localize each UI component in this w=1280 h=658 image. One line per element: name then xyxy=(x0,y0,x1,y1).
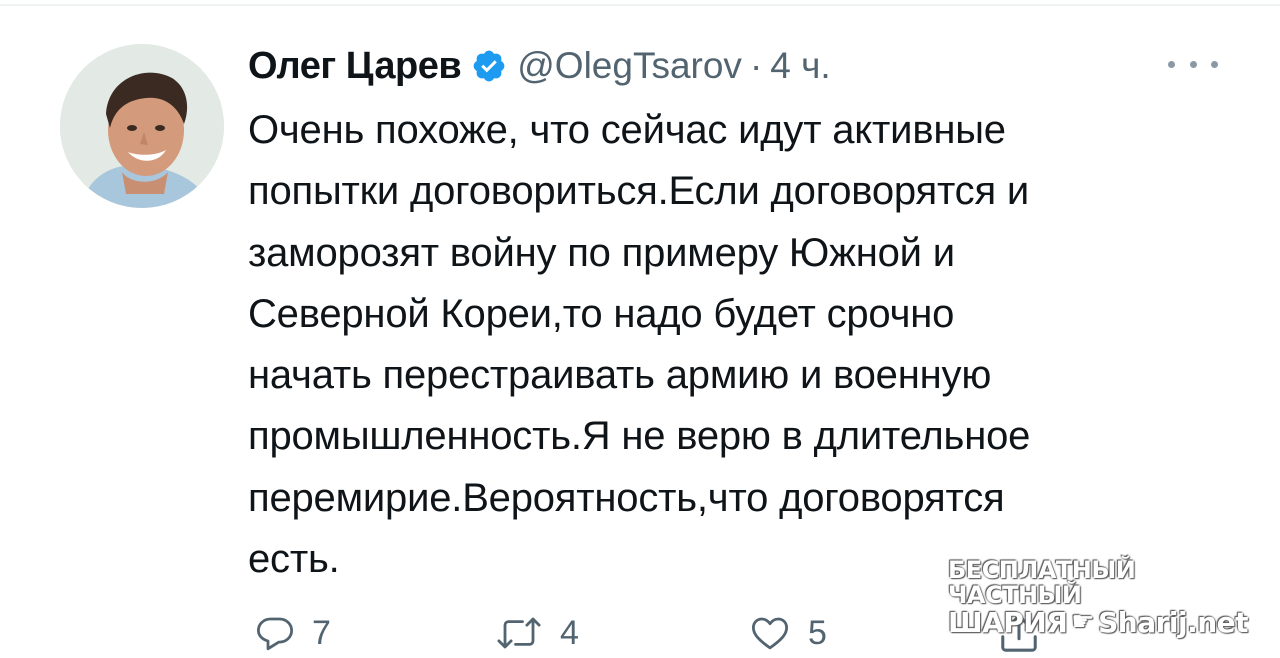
tweet-text: Очень похоже, что сейчас идут активные п… xyxy=(248,108,1031,582)
display-name[interactable]: Олег Царев xyxy=(248,45,462,88)
avatar-image xyxy=(60,44,224,208)
separator-dot: · xyxy=(749,45,763,86)
like-count: 5 xyxy=(808,613,827,652)
verified-badge-icon xyxy=(471,48,507,84)
retweet-button[interactable]: 4 xyxy=(494,612,579,654)
watermark: БЕСПЛАТНЫЙ ЧАСТНЫЙ ШАРИЯ ☛ Sharij.net xyxy=(948,556,1252,637)
watermark-line1: БЕСПЛАТНЫЙ ЧАСТНЫЙ xyxy=(948,556,1136,610)
watermark-line2-right: Sharij.net xyxy=(1098,606,1249,640)
retweet-icon xyxy=(497,617,541,649)
avatar[interactable] xyxy=(60,44,224,208)
top-divider xyxy=(0,4,1280,6)
like-button[interactable]: 5 xyxy=(748,612,827,654)
reply-icon xyxy=(256,617,294,651)
watermark-line2: ШАРИЯ ☛ Sharij.net xyxy=(948,606,1252,640)
tweet-header: Олег Царев @OlegTsarov · 4 ч. xyxy=(248,40,831,92)
like-icon xyxy=(751,617,789,650)
reply-button[interactable]: 7 xyxy=(254,612,331,654)
timestamp[interactable]: 4 ч. xyxy=(770,45,830,87)
retweet-count: 4 xyxy=(560,613,579,652)
pointing-hand-icon: ☛ xyxy=(1071,607,1095,638)
handle[interactable]: @OlegTsarov xyxy=(517,45,742,87)
reply-count: 7 xyxy=(312,613,331,652)
watermark-line2-left: ШАРИЯ xyxy=(948,606,1068,640)
more-icon[interactable] xyxy=(1168,56,1218,72)
